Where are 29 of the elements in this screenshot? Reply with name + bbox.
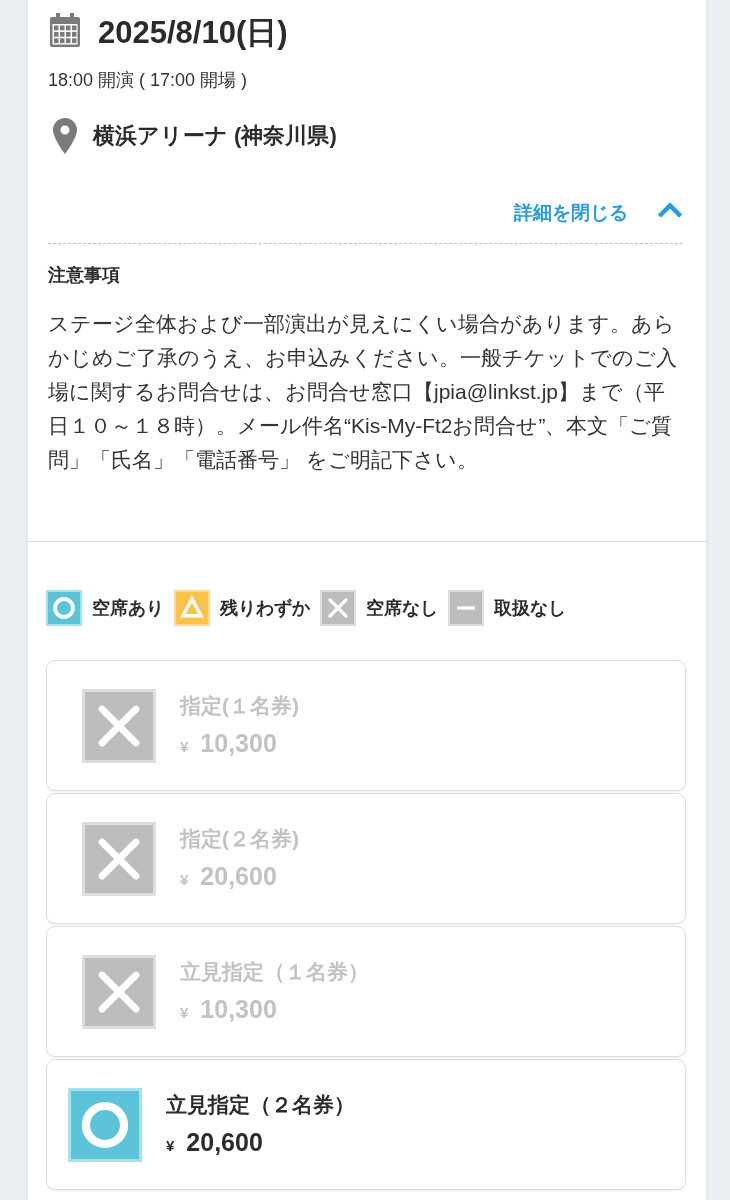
cross-icon [82,688,156,763]
cross-icon [82,821,156,896]
cross-icon [82,954,156,1029]
currency-symbol: ¥ [180,870,189,888]
cross-icon [320,590,356,626]
map-pin-icon [53,118,77,154]
dash-icon [448,590,484,626]
ticket-name: 指定(２名券) [180,825,299,852]
ticket-price: 10,300 [200,993,277,1025]
ticket-price: 10,300 [200,727,277,759]
ticket-name: 指定(１名券) [180,692,299,719]
ticket-name: 立見指定（１名券） [180,958,369,985]
legend-label: 空席なし [366,597,438,620]
ticket-name: 立見指定（２名券） [166,1091,355,1118]
event-date: 2025/8/10(日) [98,14,288,52]
currency-symbol: ¥ [180,737,189,755]
legend-label: 取扱なし [494,597,566,620]
venue-name: 横浜アリーナ (神奈川県) [93,122,337,150]
ticket-price: 20,600 [200,860,277,892]
legend-label: 空席あり [92,597,164,620]
calendar-icon [50,13,80,47]
ticket-price: 20,600 [186,1126,263,1158]
ticket-card[interactable]: 立見指定（２名券） ¥ 20,600 [46,1059,686,1190]
currency-symbol: ¥ [180,1003,189,1021]
currency-symbol: ¥ [166,1136,175,1154]
event-times: 18:00 開演 ( 17:00 開場 ) [48,69,249,92]
notice-text: ステージ全体および一部演出が見えにくい場合があります。あらかじめご了承のうえ、お申込みください。一般チケットでのご入場に関するお問合せは、お問合せ窓口【jpia@linkst.jp】まで（平日１０～１８時）。メール件名“Kis-My-Ft2お問合せ”、本文「ご質問」「氏名」「電話番号」 をご明記下さい。 [48,311,678,473]
notice-heading: 注意事項 [48,264,121,287]
legend-label: 残りわずか [220,597,310,620]
